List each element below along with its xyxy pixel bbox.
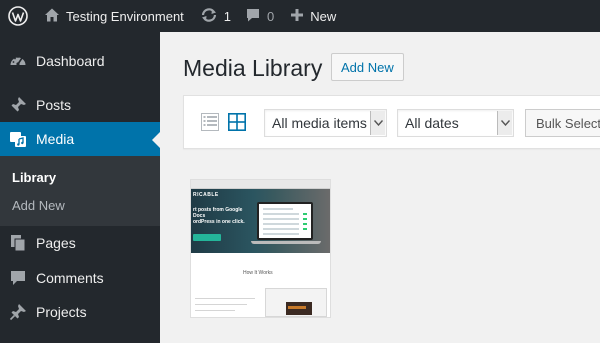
- thumbnail-text-line: [195, 304, 247, 305]
- thumbnail-text-line: [195, 298, 255, 299]
- updates-count: 1: [223, 8, 232, 24]
- pages-icon: [9, 234, 27, 252]
- updates-link[interactable]: 1: [194, 0, 243, 32]
- new-label: New: [310, 8, 337, 24]
- sidebar-item-posts[interactable]: Posts: [0, 88, 160, 122]
- media-type-select[interactable]: All media items: [264, 109, 387, 137]
- thumbnail-logo: RICABLE: [193, 192, 219, 198]
- updates-icon: [200, 7, 218, 26]
- dashboard-icon: [9, 52, 27, 70]
- sidebar-item-label: Comments: [36, 270, 104, 286]
- plus-icon: [290, 8, 304, 25]
- laptop-base: [251, 241, 321, 244]
- sidebar-item-label: Media: [36, 131, 75, 147]
- date-filter-value: All dates: [405, 115, 459, 131]
- sidebar-item-pages[interactable]: Pages: [0, 226, 160, 260]
- wordpress-logo-icon[interactable]: [0, 0, 36, 32]
- sidebar-item-dashboard[interactable]: Dashboard: [0, 44, 160, 78]
- pin-icon: [9, 303, 27, 321]
- thumbnail-headline: rt posts from Google Docs ordPress in on…: [193, 207, 245, 225]
- media-type-value: All media items: [272, 115, 367, 131]
- sidebar-item-label: Dashboard: [36, 53, 105, 69]
- comment-icon: [9, 269, 27, 287]
- sidebar-item-projects[interactable]: Projects: [0, 295, 160, 329]
- media-icon: [9, 130, 27, 148]
- admin-bar: Testing Environment 1 0 New: [0, 0, 600, 32]
- sidebar-item-label: Projects: [36, 304, 87, 320]
- add-new-button[interactable]: Add New: [331, 53, 404, 81]
- sidebar-item-comments[interactable]: Comments: [0, 261, 160, 295]
- submenu-item-library[interactable]: Library: [12, 170, 56, 185]
- chevron-down-icon: [497, 111, 512, 135]
- thumbnail-browser-bar: [191, 180, 330, 189]
- sidebar-item-media[interactable]: Media: [0, 122, 160, 156]
- new-content-link[interactable]: New: [286, 0, 336, 32]
- thumbnail-hero: RICABLE rt posts from Google Docs ordPre…: [191, 189, 330, 253]
- home-icon: [44, 7, 60, 26]
- comment-bubble-icon: [245, 7, 261, 26]
- submenu-item-add-new[interactable]: Add New: [12, 198, 65, 213]
- site-name-label: Testing Environment: [66, 8, 184, 24]
- sidebar-item-label: Posts: [36, 97, 72, 113]
- list-view-icon[interactable]: [201, 113, 219, 131]
- thumbnail-text-line: [195, 310, 235, 311]
- bulk-select-button[interactable]: Bulk Select: [525, 109, 600, 137]
- thumbnail-accent-bar: [288, 306, 306, 309]
- laptop-icon: [257, 202, 313, 240]
- admin-sidebar: Dashboard Posts Media Library Add New Pa…: [0, 32, 160, 343]
- media-submenu: Library Add New: [0, 156, 160, 226]
- chevron-down-icon: [370, 111, 385, 135]
- date-filter-select[interactable]: All dates: [397, 109, 514, 137]
- thumbnail-section-heading: How It Works: [243, 270, 273, 276]
- media-thumbnail[interactable]: RICABLE rt posts from Google Docs ordPre…: [191, 180, 330, 317]
- site-name-link[interactable]: Testing Environment: [36, 0, 194, 32]
- pin-icon: [9, 96, 27, 114]
- comments-link[interactable]: 0: [243, 0, 286, 32]
- sidebar-item-label: Pages: [36, 235, 76, 251]
- comments-count: 0: [267, 8, 275, 24]
- media-toolbar: All media items All dates Bulk Select: [183, 95, 600, 149]
- page-title: Media Library: [183, 55, 323, 81]
- grid-view-icon[interactable]: [228, 113, 246, 131]
- thumbnail-cta: [193, 234, 221, 241]
